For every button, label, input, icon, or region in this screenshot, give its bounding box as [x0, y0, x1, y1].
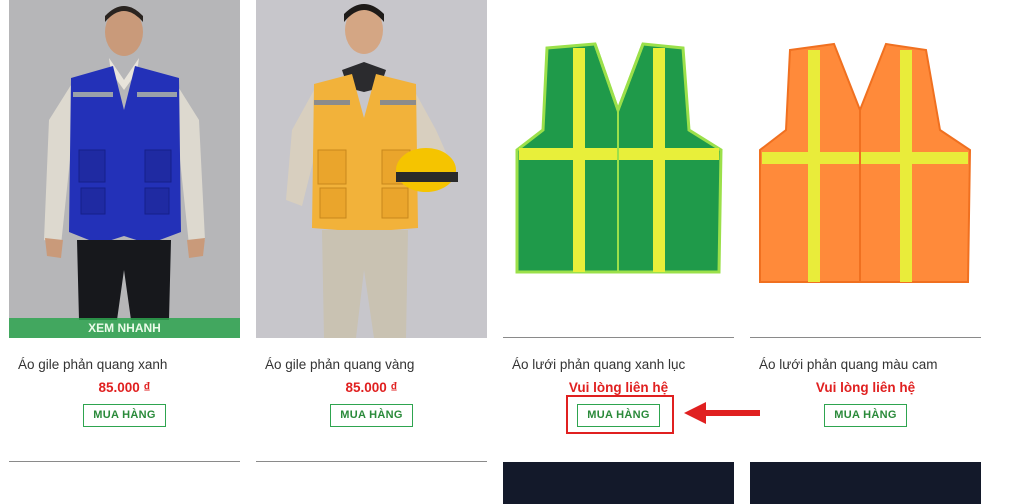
quick-view-overlay[interactable]: XEM NHANH — [9, 318, 240, 338]
product-title[interactable]: Áo gile phản quang xanh — [18, 357, 167, 372]
product-image-row2[interactable] — [503, 462, 734, 504]
product-price: Vui lòng liên hệ — [568, 380, 669, 395]
product-photo-yellow-vest — [256, 0, 487, 338]
product-title[interactable]: Áo lưới phản quang xanh lục — [512, 357, 685, 372]
product-card-row2[interactable] — [256, 461, 487, 504]
product-card[interactable]: Áo lưới phản quang xanh lục Vui lòng liê… — [503, 0, 734, 440]
product-card[interactable]: Áo lưới phản quang màu cam Vui lòng liên… — [750, 0, 981, 440]
product-price: 85.000 ₫ — [98, 380, 151, 395]
product-photo-orange-mesh-vest — [750, 0, 981, 337]
product-image[interactable] — [750, 0, 981, 338]
product-card[interactable]: XEM NHANH Áo gile phản quang xanh 85.000… — [9, 0, 240, 440]
buy-button[interactable]: MUA HÀNG — [330, 404, 413, 427]
product-photo-blue-vest — [9, 0, 240, 338]
product-image[interactable] — [256, 0, 487, 338]
product-image-row2[interactable] — [750, 462, 981, 504]
product-title[interactable]: Áo lưới phản quang màu cam — [759, 357, 938, 372]
product-photo-green-mesh-vest — [503, 0, 734, 337]
product-price: 85.000 ₫ — [345, 380, 398, 395]
product-title[interactable]: Áo gile phản quang vàng — [265, 357, 414, 372]
arrow-left-icon — [684, 402, 760, 424]
buy-button[interactable]: MUA HÀNG — [824, 404, 907, 427]
product-card-row2[interactable] — [9, 461, 240, 504]
product-image[interactable]: XEM NHANH — [9, 0, 240, 338]
product-price: Vui lòng liên hệ — [815, 380, 916, 395]
product-card[interactable]: Áo gile phản quang vàng 85.000 ₫ MUA HÀN… — [256, 0, 487, 440]
buy-button[interactable]: MUA HÀNG — [83, 404, 166, 427]
highlight-annotation-box — [566, 395, 674, 434]
product-image[interactable] — [503, 0, 734, 338]
